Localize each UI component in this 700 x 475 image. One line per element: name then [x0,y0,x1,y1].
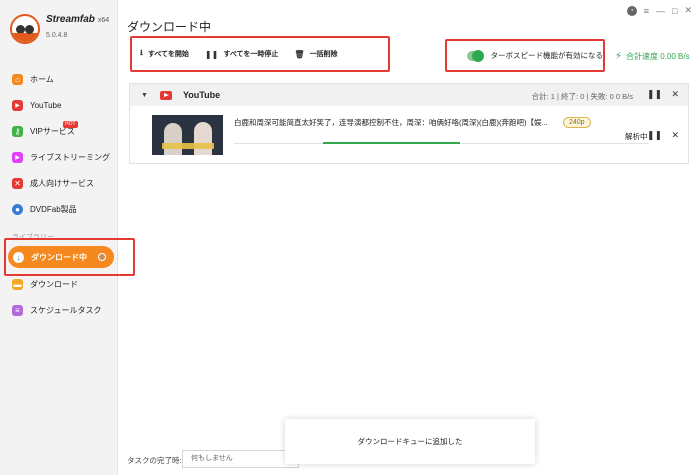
sidebar-item-adult[interactable]: ✕ 成人向けサービス [0,170,118,196]
video-thumbnail [152,115,223,155]
group-close-icon[interactable]: ✕ [671,89,679,100]
download-group: ▼ YouTube 合計: 1 | 終了: 0 | 失敗: 0 0 B/s ❚❚… [129,83,689,164]
sidebar-item-label: YouTube [30,100,62,110]
page-title: ダウンロード中 [127,20,212,34]
turbo-speed-label: ターボスピード機能が有効になる [490,51,604,60]
task-close-icon[interactable]: ✕ [671,130,679,141]
turbo-speed-panel: ターボスピード機能が有効になる [445,39,605,72]
task-icon[interactable]: ◔ [626,5,637,16]
brand: Streamfab x64 5.0.4.8 [10,14,109,44]
collapse-caret-icon[interactable]: ▼ [141,92,148,99]
maximize-icon[interactable]: □ [672,6,677,16]
highlight-box-downloading [4,238,135,276]
app-arch: x64 [97,17,110,24]
group-header: ▼ YouTube 合計: 1 | 終了: 0 | 失敗: 0 0 B/s ❚❚… [130,84,688,106]
start-all-label: すべてを開始 [147,51,189,58]
task-status: 解析中 [625,132,648,141]
sidebar-item-dvdfab[interactable]: ● DVDFab製品 [0,196,118,222]
sidebar-item-label: ライブストリーミング [30,152,110,162]
pause-all-label: すべてを一時停止 [223,51,279,58]
vip-key-icon: ⚷ [12,125,23,137]
pause-all-button[interactable]: ❚❚ すべてを一時停止 [205,49,279,59]
task-complete-label: タスクの完了時: [127,456,182,465]
task-complete-select[interactable]: 何もしません [182,450,299,468]
app-version: 5.0.4.8 [46,32,68,39]
pause-icon: ❚❚ [204,49,219,59]
sidebar-item-label: ダウンロード [30,279,78,289]
delete-all-button[interactable]: 🗑 一括削除 [294,49,337,59]
total-speed: ⚡ 合計速度 0.00 B/s [615,51,690,62]
live-stream-icon: ▶ [12,151,23,163]
home-icon: ⌂ [12,73,23,85]
sidebar-item-label: ホーム [30,74,54,84]
dvdfab-icon: ● [12,203,23,215]
download-task: 白鹿和周深可能简直太好笑了，连导演都控制不住，周深：咱俩好咯(周深)(白鹿)(奔… [130,106,688,164]
hot-badge: HOT [63,121,78,128]
sidebar-item-label: 成人向けサービス [30,178,94,188]
sidebar-item-label: スケジュールタスク [30,305,102,315]
progress-bar [234,142,649,144]
group-pause-icon[interactable]: ❚❚ [647,89,662,100]
sidebar-nav: ⌂ ホーム ▶ YouTube ⚷ VIPサービス HOT ▶ ライブストリーミ… [0,66,118,222]
minimize-icon[interactable]: — [656,6,665,16]
youtube-icon: ▶ [12,99,23,111]
menu-icon[interactable]: ≡ [644,6,649,16]
progress-fill [323,142,460,144]
download-icon: ⭳ [140,48,143,57]
adult-service-icon: ✕ [12,177,23,189]
trash-icon: 🗑 [294,49,305,59]
quality-badge: 240p [563,117,591,128]
turbo-speed-toggle[interactable] [467,49,483,62]
toast-message: ダウンロードキューに追加した [357,437,463,446]
folder-icon: ▬ [12,278,23,290]
group-name: YouTube [182,90,221,100]
youtube-icon [159,90,172,100]
total-speed-value: 合計速度 0.00 B/s [626,52,690,61]
streamfab-logo-icon [10,14,40,44]
app-name: Streamfab [46,14,95,25]
delete-all-label: 一括削除 [309,51,338,58]
schedule-icon: ≡ [12,304,23,316]
toolbar: ⭳ すべてを開始 ❚❚ すべてを一時停止 🗑 一括削除 [130,36,390,72]
window-controls: ◔ ≡ — □ ✕ [626,5,692,16]
sidebar-item-live-streaming[interactable]: ▶ ライブストリーミング [0,144,118,170]
sidebar-item-youtube[interactable]: ▶ YouTube [0,92,118,118]
sidebar-item-label: DVDFab製品 [30,204,77,214]
sidebar-item-home[interactable]: ⌂ ホーム [0,66,118,92]
video-title: 白鹿和周深可能简直太好笑了，连导演都控制不住，周深：咱俩好咯(周深)(白鹿)(奔… [234,118,548,127]
sidebar-item-schedule[interactable]: ≡ スケジュールタスク [0,297,118,323]
toast-notification: ダウンロードキューに追加した [285,419,535,464]
task-pause-icon[interactable]: ❚❚ [647,130,662,141]
group-stats: 合計: 1 | 終了: 0 | 失敗: 0 0 B/s [531,92,633,101]
lightning-icon: ⚡ [615,51,623,62]
start-all-button[interactable]: ⭳ すべてを開始 [140,47,189,61]
sidebar-item-vip[interactable]: ⚷ VIPサービス HOT [0,118,118,144]
close-icon[interactable]: ✕ [684,5,692,16]
